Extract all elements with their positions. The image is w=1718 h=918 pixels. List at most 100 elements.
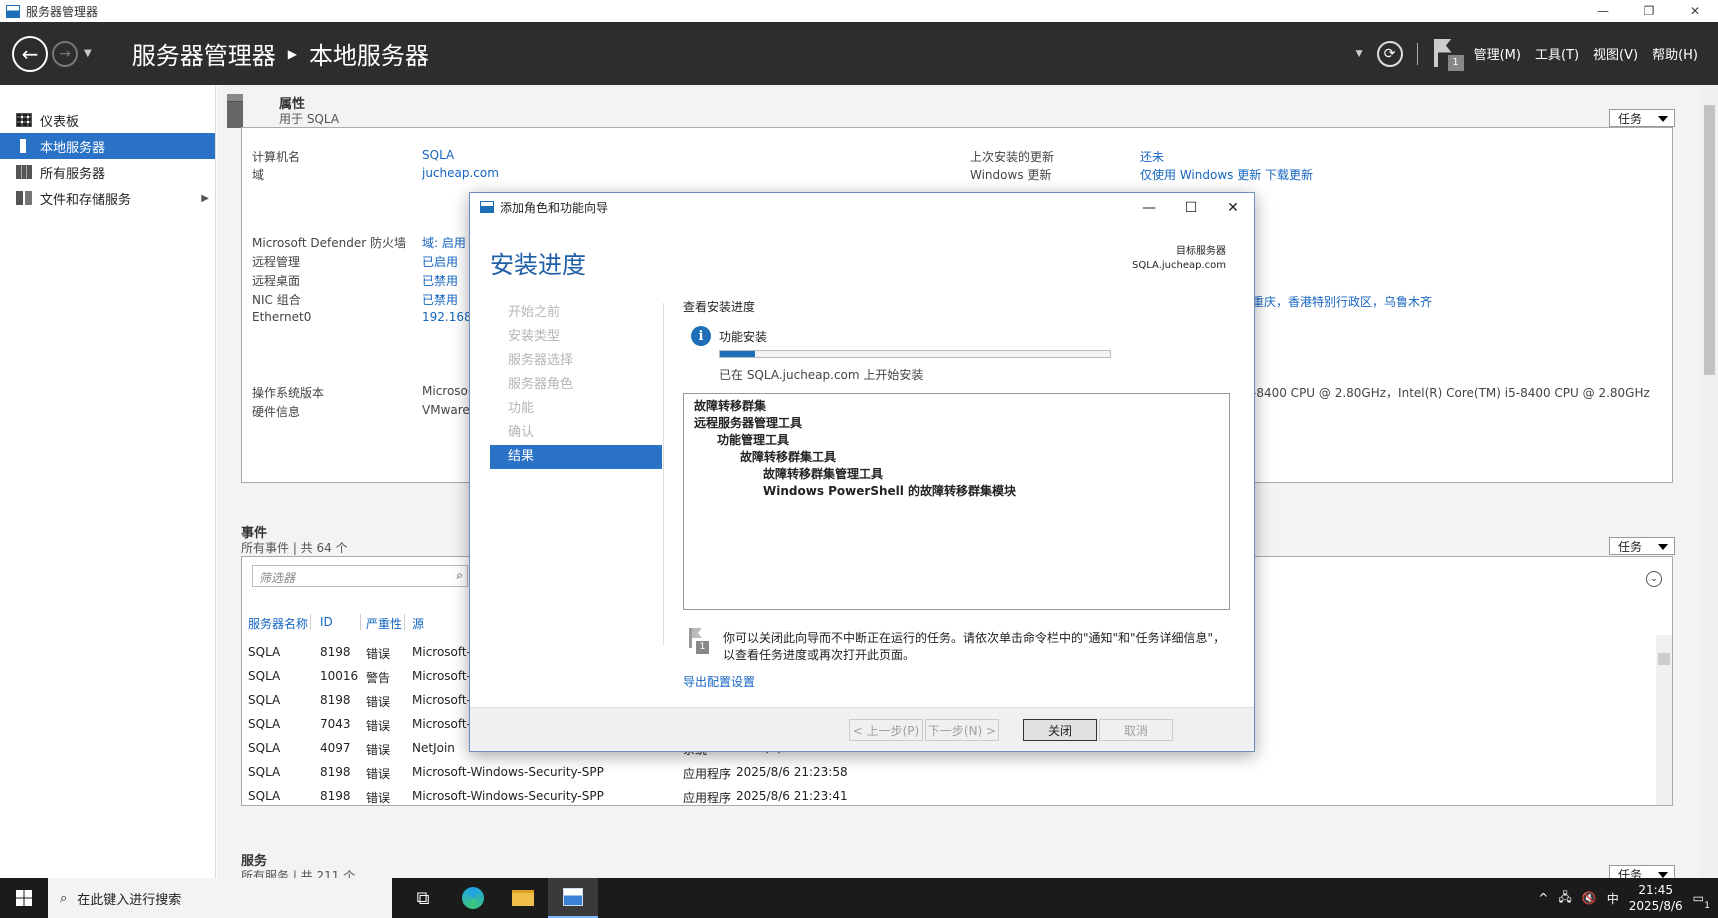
prop-label: 域 <box>252 168 265 182</box>
notification-center-icon[interactable]: ▭ 1 <box>1693 891 1710 911</box>
close-button[interactable]: 关闭 <box>1023 719 1097 741</box>
chevron-up-icon[interactable]: ^ <box>1538 891 1548 905</box>
arrow-right-icon: → <box>59 45 71 62</box>
cell-severity: 错误 <box>366 791 391 805</box>
services-subtitle: 所有服务 | 共 211 个 <box>241 869 356 878</box>
wizard-step: 功能 <box>508 401 535 416</box>
sidebar-item-label: 所有服务器 <box>40 166 106 182</box>
taskbar-search[interactable]: ⌕ 在此键入进行搜索 <box>48 878 392 918</box>
volume-muted-icon[interactable]: 🔇 <box>1582 891 1597 905</box>
breadcrumb-root[interactable]: 服务器管理器 <box>132 36 276 71</box>
sidebar-item-label: 本地服务器 <box>40 140 106 156</box>
menu-help[interactable]: 帮助(H) <box>1652 44 1698 63</box>
minimize-button[interactable]: — <box>1580 0 1626 22</box>
prop-value-link[interactable]: 已禁用 <box>422 291 458 308</box>
wizard-step: 服务器角色 <box>508 377 574 392</box>
scrollbar-thumb[interactable] <box>1658 653 1670 665</box>
notification-flag-icon: 1 <box>687 628 709 654</box>
clock-date: 2025/8/6 <box>1628 899 1683 913</box>
timezone-value-link[interactable]: 重庆，香港特别行政区，乌鲁木齐 <box>1252 293 1432 310</box>
prop-value-link[interactable]: 192.168. <box>422 310 475 324</box>
window-titlebar: 服务器管理器 — ❐ ✕ <box>0 0 1718 22</box>
dialog-maximize-button[interactable]: ☐ <box>1170 193 1212 223</box>
prop-value-link[interactable]: 域: 启用 <box>422 234 466 251</box>
scrollbar-thumb[interactable] <box>1704 105 1715 375</box>
add-roles-wizard-dialog: 添加角色和功能向导 — ☐ ✕ 安装进度 目标服务器 SQLA.jucheap.… <box>469 192 1255 752</box>
cancel-button[interactable]: 取消 <box>1099 719 1173 741</box>
properties-subtitle: 用于 SQLA <box>279 112 340 126</box>
edge-browser-icon[interactable] <box>448 878 498 918</box>
cell-severity: 错误 <box>366 647 391 661</box>
divider <box>1416 42 1418 65</box>
notifications-flag-icon[interactable]: 1 <box>1432 37 1464 71</box>
prev-button[interactable]: < 上一步(P) <box>849 719 923 741</box>
dropdown-icon[interactable]: ▼ <box>1356 49 1363 59</box>
target-server: 目标服务器 SQLA.jucheap.com <box>1132 245 1226 273</box>
dialog-close-button[interactable]: ✕ <box>1212 193 1254 223</box>
chevron-right-icon[interactable]: ▶ <box>201 193 209 204</box>
prop-value-link[interactable]: SQLA <box>422 148 454 162</box>
cell-id: 8198 <box>320 765 351 779</box>
services-tasks-button[interactable]: 任务 <box>1609 865 1675 878</box>
close-window-button[interactable]: ✕ <box>1672 0 1718 22</box>
wizard-step: 确认 <box>508 425 535 440</box>
cell-time: 2025/8/6 21:23:58 <box>736 765 848 779</box>
wizard-app-icon <box>480 201 494 213</box>
column-header-severity[interactable]: 严重性 <box>366 615 402 632</box>
events-subtitle: 所有事件 | 共 64 个 <box>241 541 348 555</box>
properties-tasks-button[interactable]: 任务 <box>1609 109 1675 127</box>
prop-value-link[interactable]: 仅使用 Windows 更新 下载更新 <box>1140 166 1313 183</box>
events-scrollbar[interactable] <box>1656 635 1672 805</box>
network-icon[interactable]: 🖧 <box>1558 888 1571 909</box>
prop-value-link[interactable]: 已禁用 <box>422 272 458 289</box>
result-item: 故障转移群集管理工具 <box>763 467 884 481</box>
column-header-server[interactable]: 服务器名称 <box>248 615 308 632</box>
main-scrollbar[interactable] <box>1701 85 1718 878</box>
cell-source: Microsoft-Windows-Security-SPP <box>412 789 604 803</box>
prop-value: Microso <box>422 384 468 398</box>
close-wizard-note: 你可以关闭此向导而不中断正在运行的任务。请依次单击命令栏中的"通知"和"任务详细… <box>723 631 1226 662</box>
sidebar-item-file-storage[interactable]: 文件和存储服务 ▶ <box>0 185 215 211</box>
table-row[interactable]: SQLA 8198 错误 Microsoft-Windows-Security-… <box>242 785 1642 807</box>
prop-value-link[interactable]: 还未 <box>1140 148 1164 165</box>
sidebar-item-all-servers[interactable]: 所有服务器 <box>0 159 215 185</box>
events-filter-input[interactable]: 筛选器 ⌕ <box>252 565 468 587</box>
expand-chevron-icon[interactable]: ⌄ <box>1646 571 1662 587</box>
result-item: 远程服务器管理工具 <box>694 416 803 430</box>
restore-button[interactable]: ❐ <box>1626 0 1672 22</box>
sidebar-item-local-server[interactable]: 本地服务器 <box>0 133 215 159</box>
menu-manage[interactable]: 管理(M) <box>1474 44 1521 63</box>
cpu-value: -8400 CPU @ 2.80GHz，Intel(R) Core(TM) i5… <box>1252 386 1650 400</box>
export-config-link[interactable]: 导出配置设置 <box>683 673 755 690</box>
search-icon[interactable]: ⌕ <box>456 568 463 583</box>
file-storage-icon <box>16 191 32 205</box>
file-explorer-icon[interactable] <box>498 878 548 918</box>
local-server-icon <box>20 139 26 153</box>
start-button[interactable] <box>0 878 48 918</box>
prop-label: NIC 组合 <box>252 293 301 307</box>
task-view-icon[interactable]: ⧉ <box>398 878 448 918</box>
cell-time: 2025/8/6 21:23:41 <box>736 789 848 803</box>
column-header-id[interactable]: ID <box>320 615 333 629</box>
notif-center-count: 1 <box>1704 901 1710 911</box>
column-header-source[interactable]: 源 <box>412 615 424 632</box>
next-button[interactable]: 下一步(N) > <box>925 719 999 741</box>
sidebar-item-dashboard[interactable]: 仪表板 <box>0 107 215 133</box>
wizard-step-current[interactable]: 结果 <box>490 445 662 469</box>
forward-button[interactable]: → <box>52 40 78 67</box>
menu-view[interactable]: 视图(V) <box>1593 44 1638 63</box>
windows-logo-icon <box>16 890 32 906</box>
server-manager-taskbar-icon[interactable] <box>548 878 598 918</box>
menu-tools[interactable]: 工具(T) <box>1535 44 1579 63</box>
clock[interactable]: 21:45 2025/8/6 <box>1629 882 1683 914</box>
prop-value-link[interactable]: jucheap.com <box>422 166 499 180</box>
prop-value-link[interactable]: 已启用 <box>422 253 458 270</box>
table-row[interactable]: SQLA 8198 错误 Microsoft-Windows-Security-… <box>242 761 1642 783</box>
ime-indicator[interactable]: 中 <box>1607 890 1619 907</box>
refresh-icon[interactable]: ⟳ <box>1376 40 1403 67</box>
dialog-minimize-button[interactable]: — <box>1128 193 1170 223</box>
back-button[interactable]: ← <box>12 35 48 72</box>
history-dropdown-icon[interactable]: ▼ <box>84 48 92 59</box>
events-tasks-button[interactable]: 任务 <box>1609 537 1675 555</box>
results-list[interactable]: 故障转移群集 远程服务器管理工具 功能管理工具 故障转移群集工具 故障转移群集管理工具 W… <box>683 393 1230 610</box>
